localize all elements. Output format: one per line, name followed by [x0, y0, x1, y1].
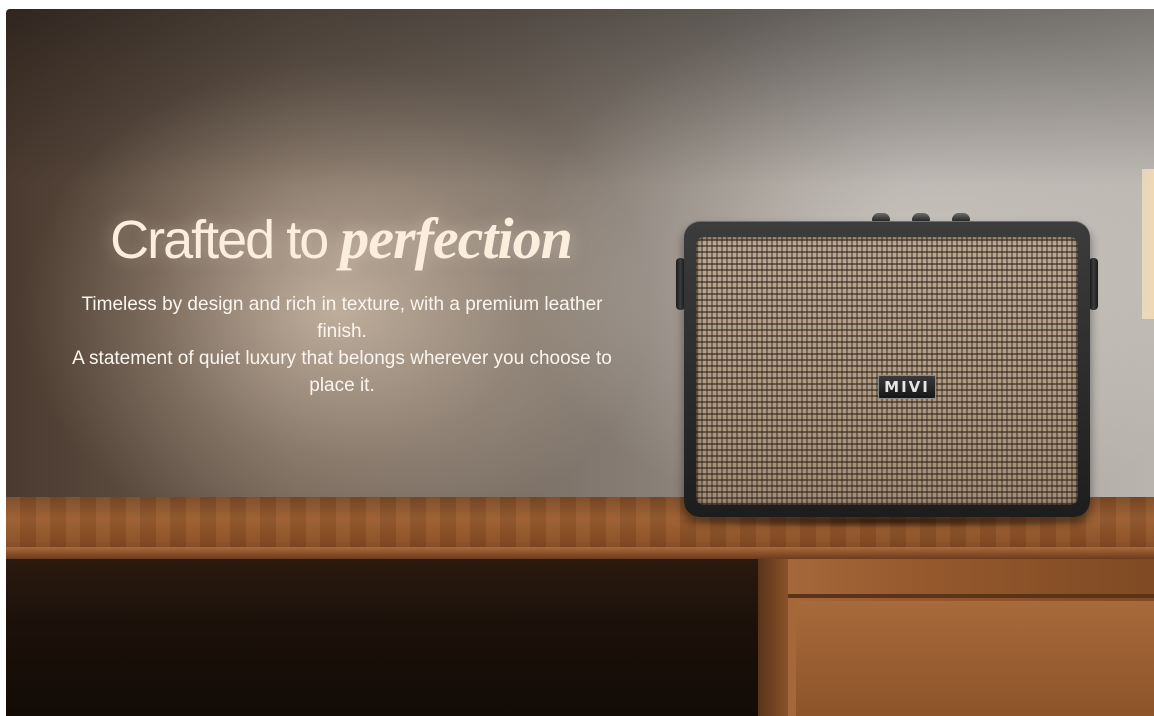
hero-headline: Crafted to perfection	[86, 205, 596, 272]
description-line-2: A statement of quiet luxury that belongs…	[72, 348, 612, 396]
cabinet-post	[758, 559, 788, 716]
description-line-1: Timeless by design and rich in texture, …	[81, 294, 603, 342]
headline-emphasis: perfection	[340, 206, 573, 271]
speaker-grille: MIVI	[696, 237, 1078, 505]
speaker-strap-right	[1089, 258, 1098, 310]
headline-plain: Crafted to	[110, 210, 341, 270]
lamp-glow	[1142, 169, 1154, 319]
drawer-face	[796, 601, 1154, 716]
speaker-body: MIVI	[684, 221, 1090, 517]
hero-banner: Crafted to perfection Timeless by design…	[6, 9, 1154, 716]
shelf-edge	[6, 547, 1154, 559]
shelf-underside	[6, 559, 766, 716]
speaker-product-image: MIVI	[676, 213, 1098, 521]
brand-badge: MIVI	[878, 375, 936, 399]
hero-description: Timeless by design and rich in texture, …	[64, 291, 620, 399]
drawer-line	[788, 594, 1154, 598]
